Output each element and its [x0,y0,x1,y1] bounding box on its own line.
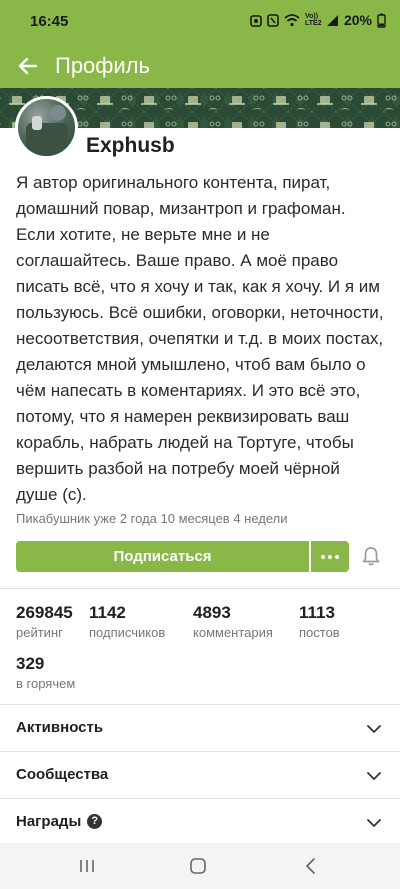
nav-back-icon[interactable] [302,856,320,876]
stat-label: комментария [193,625,273,640]
section-label-text: Активность [16,719,104,736]
stat-value: 1113 [299,603,335,622]
stat-label: в горячем [16,676,76,691]
avatar[interactable] [15,96,78,159]
stat-label: постов [299,625,340,640]
section-label-text: Сообщества [16,766,109,783]
status-time: 16:45 [30,13,69,30]
help-icon[interactable]: ? [87,814,103,829]
app-bar: Профиль [0,44,400,88]
chevron-down-icon [367,772,381,780]
wifi-icon [284,13,300,26]
divider [0,588,400,589]
battery-icon [377,13,386,28]
section-label: Сообщества [16,766,108,783]
section-awards[interactable]: Награды ? [0,799,400,845]
more-dots-icon [321,554,325,559]
more-dot [335,554,339,559]
recent-apps-icon[interactable] [78,857,96,875]
section-communities[interactable]: Сообщества [0,752,400,798]
section-label-text: Награды [16,813,82,830]
section-activity[interactable]: Активность [0,705,400,751]
stat-hot[interactable]: 329 в горячем [16,654,75,691]
username: Exphusb [86,134,175,157]
signal-icon [326,14,338,26]
subscribe-button[interactable]: Подписаться [16,541,309,572]
stat-rating: 269845 рейтинг [16,603,73,640]
more-button[interactable] [311,541,349,572]
status-icons: Vo)) LTE2 20% [250,12,386,28]
arrow-left-icon[interactable] [14,52,42,80]
stat-posts[interactable]: 1113 постов [299,603,340,640]
stat-label: подписчиков [89,625,166,640]
section-label: Награды ? [16,813,103,830]
stat-value: 4893 [193,603,231,622]
battery-percent: 20% [343,12,372,28]
bell-icon[interactable] [360,545,382,567]
section-label: Активность [16,719,103,736]
stat-subscribers[interactable]: 1142 подписчиков [89,603,165,640]
system-nav-bar [0,843,400,889]
avatar-image [26,105,68,156]
page-title: Профиль [55,53,150,78]
member-since: Пикабушник уже 2 года 10 месяцев 4 недел… [16,511,288,526]
more-dot [328,554,332,559]
network-type: Vo)) LTE2 [304,13,322,27]
home-icon[interactable] [189,857,207,875]
stat-value: 269845 [16,603,73,622]
alarm-icon [250,14,262,27]
stat-comments[interactable]: 4893 комментария [193,603,273,640]
chevron-down-icon [367,819,381,827]
status-bar: 16:45 Vo)) LTE2 20% [0,0,400,44]
stat-value: 1142 [89,603,126,622]
nfc-icon [267,13,279,27]
chevron-down-icon [367,725,381,733]
profile-bio: Я автор оригинального контента, пират, д… [16,173,384,504]
stat-label: рейтинг [16,625,63,640]
stat-value: 329 [16,654,45,673]
